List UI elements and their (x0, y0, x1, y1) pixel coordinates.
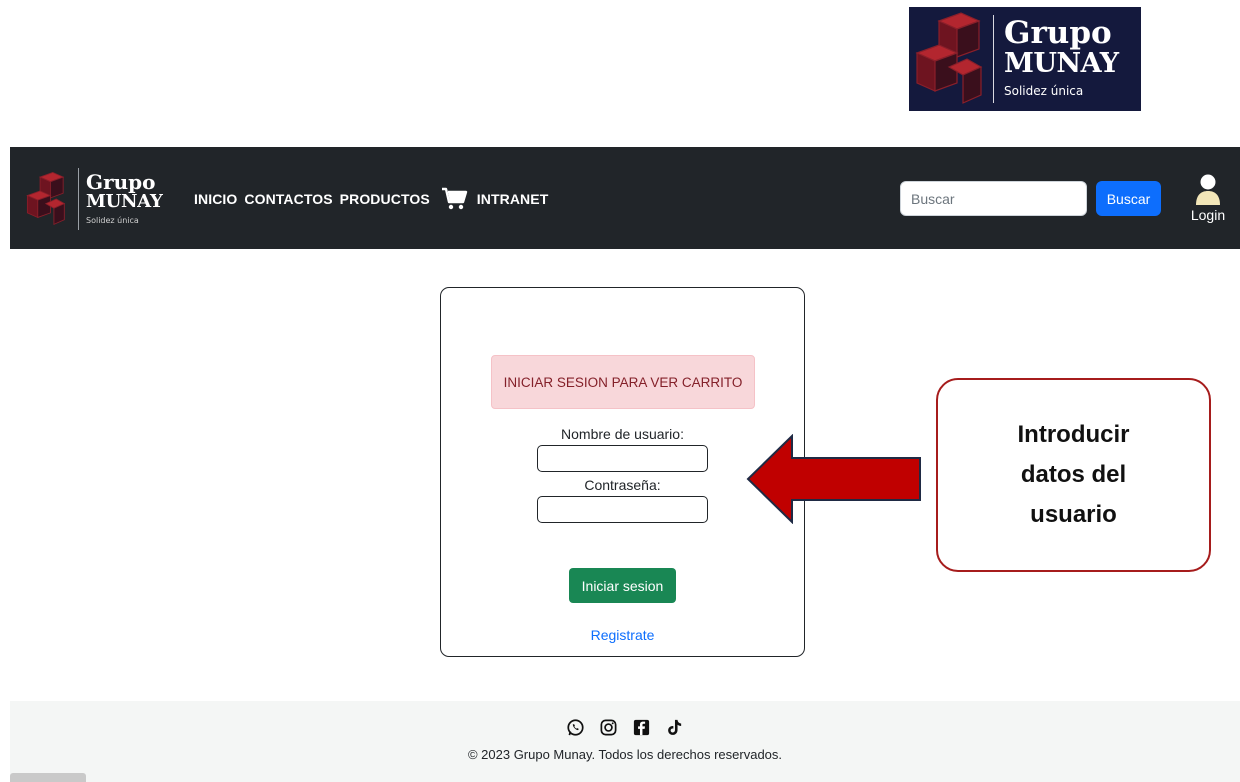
brand-name-line1: Grupo (1004, 15, 1112, 51)
password-input[interactable] (537, 496, 708, 523)
cubes-logo-icon (909, 7, 993, 111)
brand-tagline: Solidez única (86, 215, 139, 225)
login-label: Login (1190, 207, 1226, 223)
arrow-left-icon (746, 434, 921, 524)
logo-divider (78, 168, 79, 230)
register-link[interactable]: Registrate (441, 627, 804, 643)
navbar-logo[interactable]: Grupo MUNAY Solidez única (22, 165, 163, 233)
nav-link-inicio[interactable]: INICIO (194, 191, 237, 207)
login-submit-button[interactable]: Iniciar sesion (569, 568, 676, 603)
cart-icon[interactable] (441, 187, 469, 211)
tiktok-icon[interactable] (665, 718, 684, 737)
nav-link-contactos[interactable]: CONTACTOS (244, 191, 332, 207)
brand-name-line1: Grupo (86, 169, 156, 194)
annotation-line: datos del (1020, 461, 1127, 488)
brand-name-line2: MUNAY (86, 190, 163, 212)
status-badge (10, 773, 86, 782)
brand-tagline: Solidez única (1004, 84, 1084, 98)
annotation-line: usuario (1030, 501, 1117, 528)
search-button[interactable]: Buscar (1096, 181, 1161, 216)
user-icon (1196, 174, 1220, 205)
annotation-callout: Introducir datos del usuario (936, 378, 1211, 572)
username-input[interactable] (537, 445, 708, 472)
brand-name-line2: MUNAY (1004, 48, 1119, 79)
facebook-icon[interactable] (632, 718, 651, 737)
nav-links: INICIO CONTACTOS PRODUCTOS INTRANET (194, 187, 555, 211)
navbar: Grupo MUNAY Solidez única INICIO CONTACT… (10, 147, 1240, 249)
copyright-text: © 2023 Grupo Munay. Todos los derechos r… (467, 747, 783, 762)
whatsapp-icon[interactable] (566, 718, 585, 737)
annotation-line: Introducir (1017, 421, 1130, 448)
nav-link-intranet[interactable]: INTRANET (477, 191, 549, 207)
footer: © 2023 Grupo Munay. Todos los derechos r… (10, 701, 1240, 782)
logo-divider (993, 15, 994, 103)
nav-link-productos[interactable]: PRODUCTOS (340, 191, 430, 207)
header-logo: Grupo MUNAY Solidez única (909, 7, 1141, 111)
search-input[interactable] (900, 181, 1087, 216)
login-alert: INICIAR SESION PARA VER CARRITO (491, 355, 755, 409)
cubes-logo-icon (22, 169, 72, 229)
social-links (10, 718, 1240, 737)
instagram-icon[interactable] (599, 718, 618, 737)
login-button[interactable]: Login (1186, 173, 1230, 223)
